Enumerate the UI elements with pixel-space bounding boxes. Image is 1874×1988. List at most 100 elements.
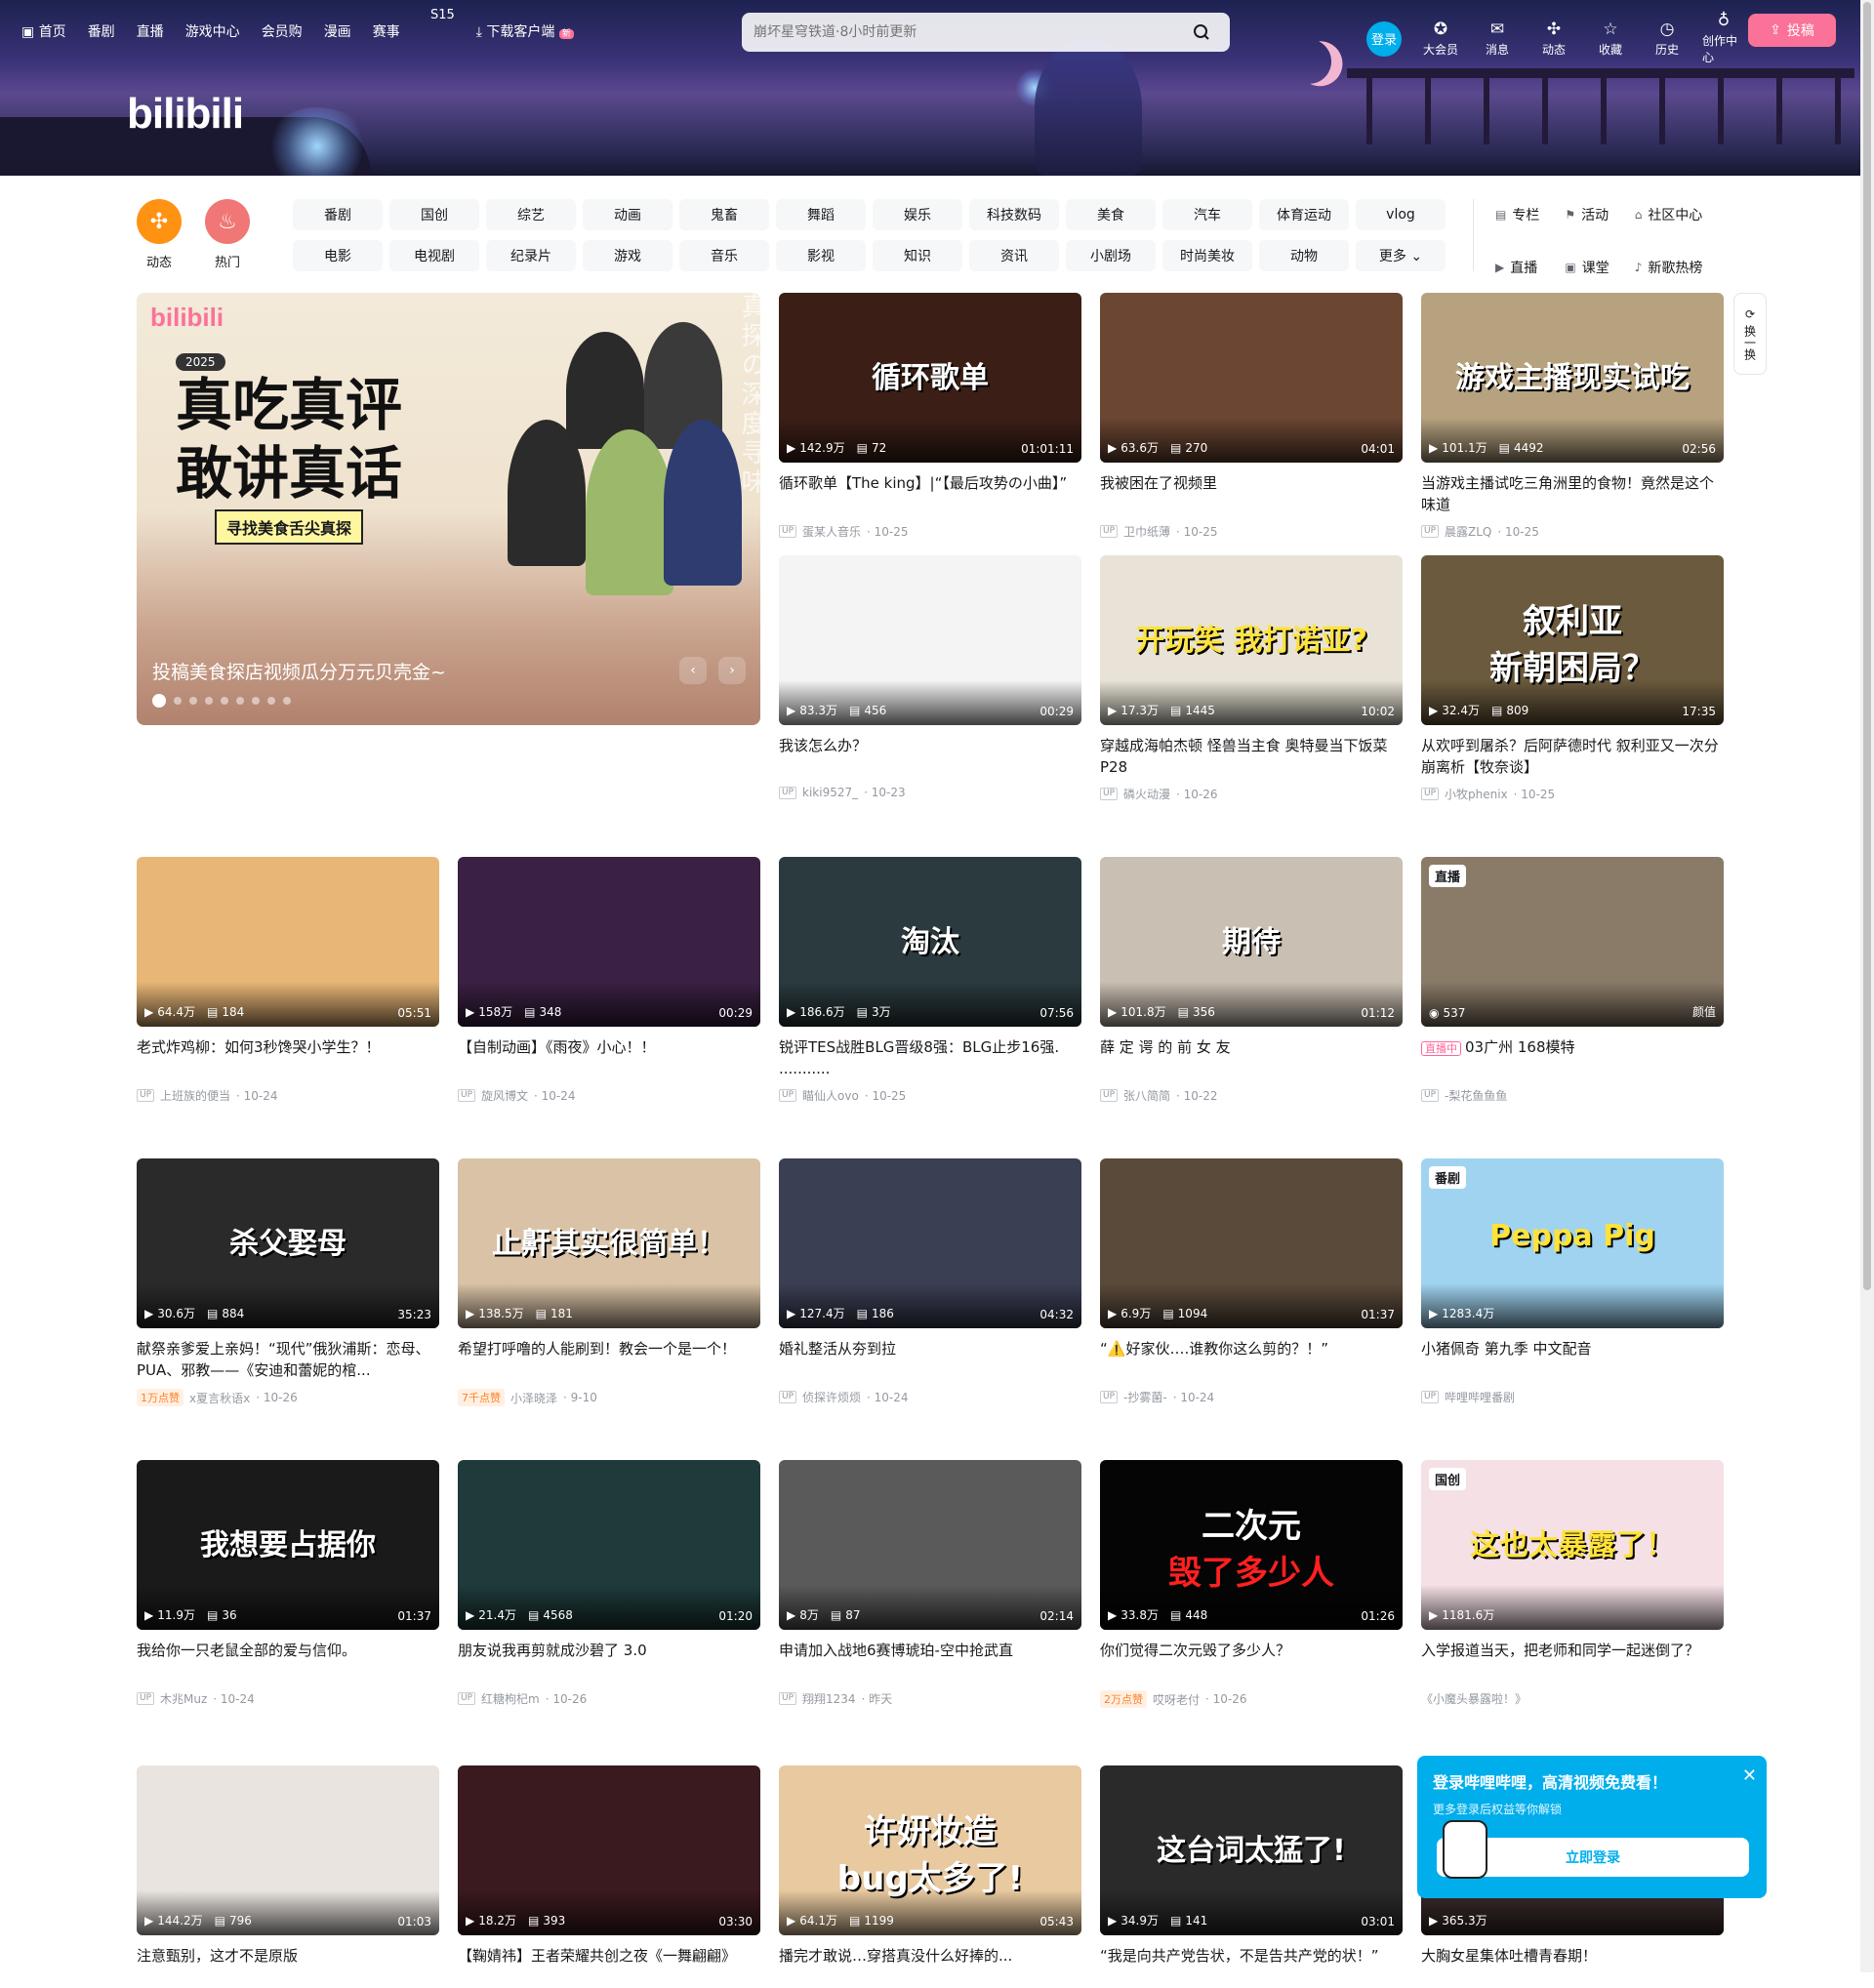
carousel-dot[interactable] bbox=[152, 694, 166, 708]
carousel-dot[interactable] bbox=[267, 697, 275, 705]
channel-item[interactable]: 动画 bbox=[583, 199, 672, 230]
video-card[interactable]: 止鼾其实很简单！ ▶ 138.5万 ▤ 181 希望打呼噜的人能刷到！教会一个是一个！ 7千… bbox=[458, 1158, 760, 1406]
video-title[interactable]: 入学报道当天，把老师和同学一起迷倒了？ bbox=[1421, 1640, 1724, 1683]
video-title[interactable]: “⚠️好家伙….谁教你这么剪的？！” bbox=[1100, 1338, 1403, 1381]
history-link[interactable]: ◷ 历史 bbox=[1646, 20, 1689, 58]
video-thumbnail[interactable]: 杀父娶母 ▶ 30.6万 ▤ 884 35:23 bbox=[137, 1158, 439, 1328]
home-link[interactable]: ▣ 首页 bbox=[21, 21, 66, 41]
uploader-name[interactable]: 木兆Muz bbox=[160, 1690, 207, 1707]
video-card[interactable]: ▶ 8万 ▤ 87 02:14 申请加入战地6赛博琥珀-空中抢武直 UP 翔翔1234 · 昨天 bbox=[779, 1460, 1081, 1707]
channel-item[interactable]: 美食 bbox=[1066, 199, 1156, 230]
uploader-name[interactable]: 张八简简 bbox=[1123, 1087, 1170, 1104]
channel-item[interactable]: 综艺 bbox=[486, 199, 576, 230]
video-thumbnail[interactable]: ▶ 64.4万 ▤ 184 05:51 bbox=[137, 857, 439, 1027]
video-thumbnail[interactable]: 叙利亚 新朝困局？ ▶ 32.4万 ▤ 809 17:35 bbox=[1421, 555, 1724, 725]
uploader-name[interactable]: 侦探许烦烦 bbox=[802, 1389, 861, 1405]
carousel-dot[interactable] bbox=[252, 697, 260, 705]
video-thumbnail[interactable]: ▶ 144.2万 ▤ 796 01:03 bbox=[137, 1765, 439, 1935]
video-title[interactable]: 直播中 03广州 168模特 bbox=[1421, 1036, 1724, 1079]
video-title[interactable]: 【自制动画】《雨夜》小心！！ bbox=[458, 1036, 760, 1079]
channel-item[interactable]: 资讯 bbox=[969, 240, 1059, 271]
uploader-name[interactable]: kiki9527_ bbox=[802, 786, 858, 799]
uploader-name[interactable]: 小泽晓泽 bbox=[510, 1390, 557, 1406]
video-thumbnail[interactable]: ◉ 537 颜值 直播 bbox=[1421, 857, 1724, 1027]
activity-link[interactable]: ⚑ 活动 bbox=[1565, 199, 1609, 230]
video-card[interactable]: Peppa Pig ▶ 1283.4万 番剧 小猪佩奇 第九季 中文配音 UP 哔哩哔哩番剧 bbox=[1421, 1158, 1724, 1405]
video-thumbnail[interactable]: ▶ 8万 ▤ 87 02:14 bbox=[779, 1460, 1081, 1630]
video-thumbnail[interactable]: 期待 ▶ 101.8万 ▤ 356 01:12 bbox=[1100, 857, 1403, 1027]
search-icon[interactable] bbox=[1185, 18, 1218, 47]
video-title[interactable]: 锐评TES战胜BLG晋级8强：BLG止步16强. ........... bbox=[779, 1036, 1081, 1079]
message-link[interactable]: ✉ 消息 bbox=[1476, 20, 1519, 58]
carousel-next-button[interactable]: › bbox=[718, 657, 746, 684]
video-title[interactable]: 穿越成海帕杰顿 怪兽当主食 奥特曼当下饭菜P28 bbox=[1100, 735, 1403, 778]
uploader-name[interactable]: 翔翔1234 bbox=[802, 1690, 856, 1707]
video-card[interactable]: 杀父娶母 ▶ 30.6万 ▤ 884 35:23 献祭亲爹爱上亲妈！“现代”俄狄浦斯：恋母、… bbox=[137, 1158, 439, 1406]
uploader-name[interactable]: 哔哩哔哩番剧 bbox=[1445, 1389, 1515, 1405]
video-card[interactable]: ▶ 6.9万 ▤ 1094 01:37 “⚠️好家伙….谁教你这么剪的？！” UP -抄雾菌-… bbox=[1100, 1158, 1403, 1405]
video-card[interactable]: ◉ 537 颜值 直播 直播中 03广州 168模特 UP -梨花鱼鱼鱼 bbox=[1421, 857, 1724, 1104]
dynamic-channel[interactable]: ✣ 动态 bbox=[137, 199, 182, 270]
video-card[interactable]: 许妍妆造 bug太多了! ▶ 64.1万 ▤ 1199 05:43 播完才敢说…穿搭真没什么好… bbox=[779, 1765, 1081, 1988]
uploader-name[interactable]: 蛋某人音乐 bbox=[802, 523, 861, 540]
video-card[interactable]: ▶ 21.4万 ▤ 4568 01:20 朋友说我再剪就成沙碧了 3.0 UP 红糖枸杞m · … bbox=[458, 1460, 760, 1707]
video-thumbnail[interactable]: 止鼾其实很简单！ ▶ 138.5万 ▤ 181 bbox=[458, 1158, 760, 1328]
video-title[interactable]: 朋友说我再剪就成沙碧了 3.0 bbox=[458, 1640, 760, 1683]
video-thumbnail[interactable]: ▶ 6.9万 ▤ 1094 01:37 bbox=[1100, 1158, 1403, 1328]
carousel-dot[interactable] bbox=[205, 697, 213, 705]
uploader-name[interactable]: 小牧phenix bbox=[1445, 786, 1508, 802]
live-link[interactable]: ▶ 直播 bbox=[1495, 252, 1539, 283]
channel-item[interactable]: 知识 bbox=[873, 240, 962, 271]
carousel-dot[interactable] bbox=[236, 697, 244, 705]
course-link[interactable]: ▣ 课堂 bbox=[1565, 252, 1609, 283]
channel-item[interactable]: 影视 bbox=[776, 240, 866, 271]
carousel-dot[interactable] bbox=[174, 697, 182, 705]
channel-item[interactable]: 番剧 bbox=[293, 199, 383, 230]
video-thumbnail[interactable]: 二次元 毁了多少人 ▶ 33.8万 ▤ 448 01:26 bbox=[1100, 1460, 1403, 1630]
video-thumbnail[interactable]: ▶ 83.3万 ▤ 456 00:29 bbox=[779, 555, 1081, 725]
video-card[interactable]: 开玩笑 我打诺亚? ▶ 17.3万 ▤ 1445 10:02 穿越成海帕杰顿 怪兽当主食 奥… bbox=[1100, 555, 1403, 802]
video-card[interactable]: ▶ 63.6万 ▤ 270 04:01 我被困在了视频里 UP 卫巾纸薄 · 10-25 bbox=[1100, 293, 1403, 540]
uploader-name[interactable]: -梨花鱼鱼鱼 bbox=[1445, 1087, 1507, 1104]
uploader-name[interactable]: 上班族的便当 bbox=[160, 1087, 230, 1104]
video-card[interactable]: 我想要占据你 ▶ 11.9万 ▤ 36 01:37 我给你一只老鼠全部的爱与信仰。 UP 木兆M… bbox=[137, 1460, 439, 1707]
video-title[interactable]: 我该怎么办？ bbox=[779, 735, 1081, 778]
channel-item[interactable]: 小剧场 bbox=[1066, 240, 1156, 271]
close-icon[interactable]: ✕ bbox=[1742, 1765, 1757, 1786]
video-title[interactable]: 你们觉得二次元毁了多少人？ bbox=[1100, 1640, 1403, 1683]
video-card[interactable]: 游戏主播现实试吃 ▶ 101.1万 ▤ 4492 02:56 当游戏主播试吃三角洲里的食物！… bbox=[1421, 293, 1724, 540]
video-title[interactable]: 从欢呼到屠杀？后阿萨德时代 叙利亚又一次分崩离析【牧奈谈】 bbox=[1421, 735, 1724, 778]
video-title[interactable]: 申请加入战地6赛博琥珀-空中抢武直 bbox=[779, 1640, 1081, 1683]
channel-item[interactable]: 娱乐 bbox=[873, 199, 962, 230]
channel-item[interactable]: 汽车 bbox=[1162, 199, 1252, 230]
video-title[interactable]: 大胸女星集体吐槽青春期！ bbox=[1421, 1945, 1724, 1988]
bilibili-logo[interactable]: bilibili bbox=[127, 90, 244, 139]
video-title[interactable]: 播完才敢说…穿搭真没什么好捧的... bbox=[779, 1945, 1081, 1988]
video-thumbnail[interactable]: 游戏主播现实试吃 ▶ 101.1万 ▤ 4492 02:56 bbox=[1421, 293, 1724, 463]
refresh-button[interactable]: ⟳ 换一换 bbox=[1733, 293, 1767, 375]
favorite-link[interactable]: ☆ 收藏 bbox=[1589, 20, 1632, 58]
video-card[interactable]: 循环歌单 ▶ 142.9万 ▤ 72 01:01:11 循环歌单【The king】|“【最… bbox=[779, 293, 1081, 540]
channel-item[interactable]: 电影 bbox=[293, 240, 383, 271]
video-title[interactable]: 献祭亲爹爱上亲妈！“现代”俄狄浦斯：恋母、PUA、邪教——《安迪和蕾妮的棺... bbox=[137, 1338, 439, 1381]
video-title[interactable]: 希望打呼噜的人能刷到！教会一个是一个！ bbox=[458, 1338, 760, 1381]
video-thumbnail[interactable]: 开玩笑 我打诺亚? ▶ 17.3万 ▤ 1445 10:02 bbox=[1100, 555, 1403, 725]
music-chart-link[interactable]: ♪ 新歌热榜 bbox=[1635, 252, 1703, 283]
video-title[interactable]: 老式炸鸡柳：如何3秒馋哭小学生？！ bbox=[137, 1036, 439, 1079]
hero-carousel[interactable]: bilibili 2025 真吃真评 敢讲真话 寻找美食舌尖真探 真探の深度寻味 … bbox=[137, 293, 760, 725]
scrollbar[interactable] bbox=[1860, 0, 1874, 1972]
uploader-name[interactable]: x夏言秋语x bbox=[189, 1390, 250, 1406]
video-thumbnail[interactable]: ▶ 158万 ▤ 348 00:29 bbox=[458, 857, 760, 1027]
channel-item[interactable]: 舞蹈 bbox=[776, 199, 866, 230]
channel-item[interactable]: 更多 ⌄ bbox=[1356, 240, 1446, 271]
video-card[interactable]: 淘汰 ▶ 186.6万 ▤ 3万 07:56 锐评TES战胜BLG晋级8强：BLG止步16强… bbox=[779, 857, 1081, 1104]
carousel-prev-button[interactable]: ‹ bbox=[679, 657, 707, 684]
video-thumbnail[interactable]: 许妍妆造 bug太多了! ▶ 64.1万 ▤ 1199 05:43 bbox=[779, 1765, 1081, 1935]
carousel-caption[interactable]: 投稿美食探店视频瓜分万元贝壳金~ bbox=[152, 658, 446, 684]
nav-manga[interactable]: 漫画 bbox=[324, 21, 351, 41]
hot-channel[interactable]: ♨ 热门 bbox=[205, 199, 250, 270]
video-card[interactable]: 这台词太猛了! ▶ 34.9万 ▤ 141 03:01 “我是向共产党告状，不是告共产党的状… bbox=[1100, 1765, 1403, 1988]
uploader-name[interactable]: -抄雾菌- bbox=[1123, 1389, 1167, 1405]
video-card[interactable]: 期待 ▶ 101.8万 ▤ 356 01:12 薛 定 谔 的 前 女 友 UP 张八简简 · 1… bbox=[1100, 857, 1403, 1104]
community-link[interactable]: ⌂ 社区中心 bbox=[1635, 199, 1703, 230]
